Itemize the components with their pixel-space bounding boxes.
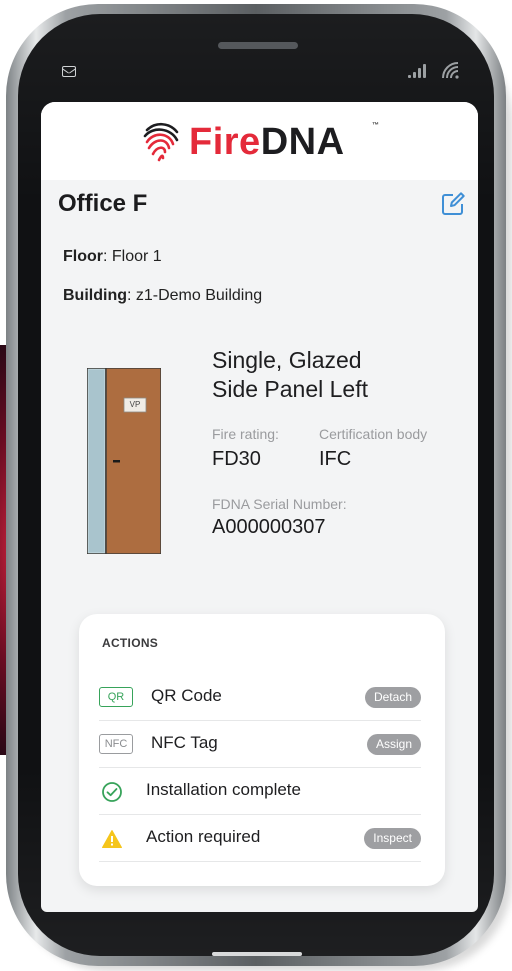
action-row-qr-code[interactable]: QR QR Code Detach — [99, 674, 421, 721]
inspect-button[interactable]: Inspect — [364, 828, 421, 849]
check-circle-icon — [102, 782, 122, 802]
page-title: Office F — [58, 190, 148, 217]
action-row-action-required[interactable]: Action required Inspect — [99, 815, 421, 862]
firedna-logo: FireDNA — [137, 114, 387, 170]
door-image — [87, 368, 161, 554]
qr-badge: QR — [99, 687, 133, 707]
actions-card: ACTIONS QR QR Code Detach NFC NFC Tag As… — [79, 614, 445, 886]
warning-icon — [102, 830, 122, 848]
phone-home-indicator — [212, 952, 302, 956]
wifi-icon — [442, 62, 459, 79]
action-label: QR Code — [151, 686, 222, 705]
fire-rating-label: Fire rating: — [212, 426, 279, 442]
nfc-badge: NFC — [99, 734, 133, 754]
trademark-mark: ™ — [372, 122, 379, 129]
action-label: Action required — [146, 827, 261, 846]
door-type: Single, Glazed Side Panel Left — [212, 347, 369, 402]
edit-icon[interactable] — [439, 190, 467, 218]
certification-body-value: IFC — [319, 448, 352, 470]
app-screen: FireDNA ™ Office F Floor: Floor 1 Buildi… — [41, 102, 478, 912]
floor-info: Floor: Floor 1 — [63, 248, 162, 265]
action-label: NFC Tag — [151, 733, 218, 752]
fire-rating-value: FD30 — [212, 448, 261, 470]
phone-speaker — [218, 42, 298, 49]
mail-icon — [62, 66, 76, 77]
action-row-nfc-tag[interactable]: NFC NFC Tag Assign — [99, 721, 421, 768]
app-header: FireDNA ™ — [41, 102, 478, 180]
signal-icon — [406, 62, 432, 78]
assign-button[interactable]: Assign — [366, 734, 421, 755]
building-info: Building: z1-Demo Building — [63, 287, 263, 304]
serial-number-label: FDNA Serial Number: — [212, 496, 347, 512]
serial-number-value: A000000307 — [212, 516, 326, 538]
actions-heading: ACTIONS — [102, 636, 159, 650]
action-label: Installation complete — [146, 780, 301, 799]
certification-body-label: Certification body — [319, 426, 428, 442]
detach-button[interactable]: Detach — [364, 687, 421, 708]
fingerprint-icon — [143, 122, 179, 162]
vision-panel-label: VP — [129, 400, 141, 409]
action-row-installation[interactable]: Installation complete — [99, 768, 421, 815]
